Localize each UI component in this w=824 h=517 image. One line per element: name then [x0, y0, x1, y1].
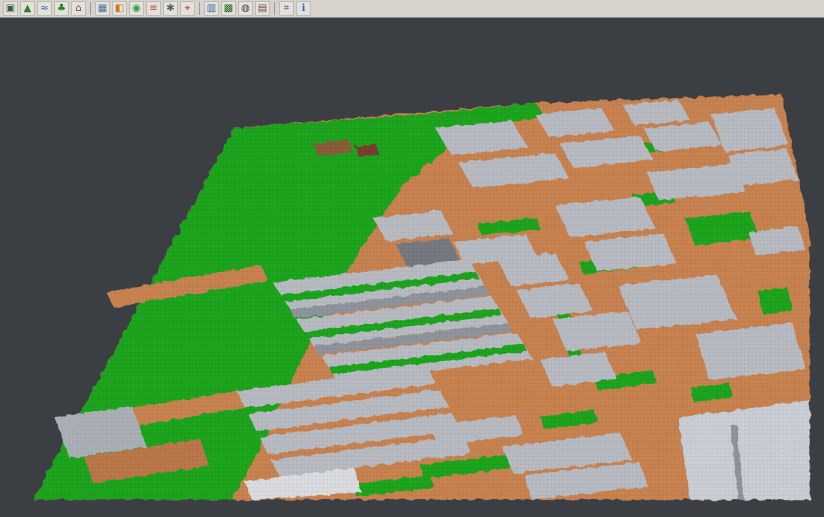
crosshair-icon[interactable]: ⌖ [180, 1, 195, 16]
buildings-layer-icon[interactable]: ⌂ [71, 1, 86, 16]
measure-tool-icon[interactable]: ⌗ [279, 1, 294, 16]
point-cloud-scene [0, 18, 824, 517]
toolbar-separator [90, 2, 91, 15]
toolbar-separator [199, 2, 200, 15]
toolbar: ▣▲≈♣⌂ ▦◧◉≡✱⌖ ▥▩◍▤ ⌗ℹ [0, 0, 824, 18]
viewport-3d[interactable] [0, 18, 824, 517]
histogram-icon[interactable]: ▥ [204, 1, 219, 16]
contours-icon[interactable]: ≡ [146, 1, 161, 16]
settings-gear-icon[interactable]: ✱ [163, 1, 178, 16]
screenshot-icon[interactable]: ▤ [255, 1, 270, 16]
classification-icon[interactable]: ◉ [129, 1, 144, 16]
application-window: ▣▲≈♣⌂ ▦◧◉≡✱⌖ ▥▩◍▤ ⌗ℹ [0, 0, 824, 517]
terrain-layer-icon[interactable]: ▲ [20, 1, 35, 16]
open-project-icon[interactable]: ▣ [3, 1, 18, 16]
toolbar-separator [274, 2, 275, 15]
info-icon[interactable]: ℹ [296, 1, 311, 16]
water-layer-icon[interactable]: ≈ [37, 1, 52, 16]
layers-stack-icon[interactable]: ▩ [221, 1, 236, 16]
globe-view-icon[interactable]: ◍ [238, 1, 253, 16]
vegetation-layer-icon[interactable]: ♣ [54, 1, 69, 16]
color-palette-icon[interactable]: ◧ [112, 1, 127, 16]
grid-view-icon[interactable]: ▦ [95, 1, 110, 16]
